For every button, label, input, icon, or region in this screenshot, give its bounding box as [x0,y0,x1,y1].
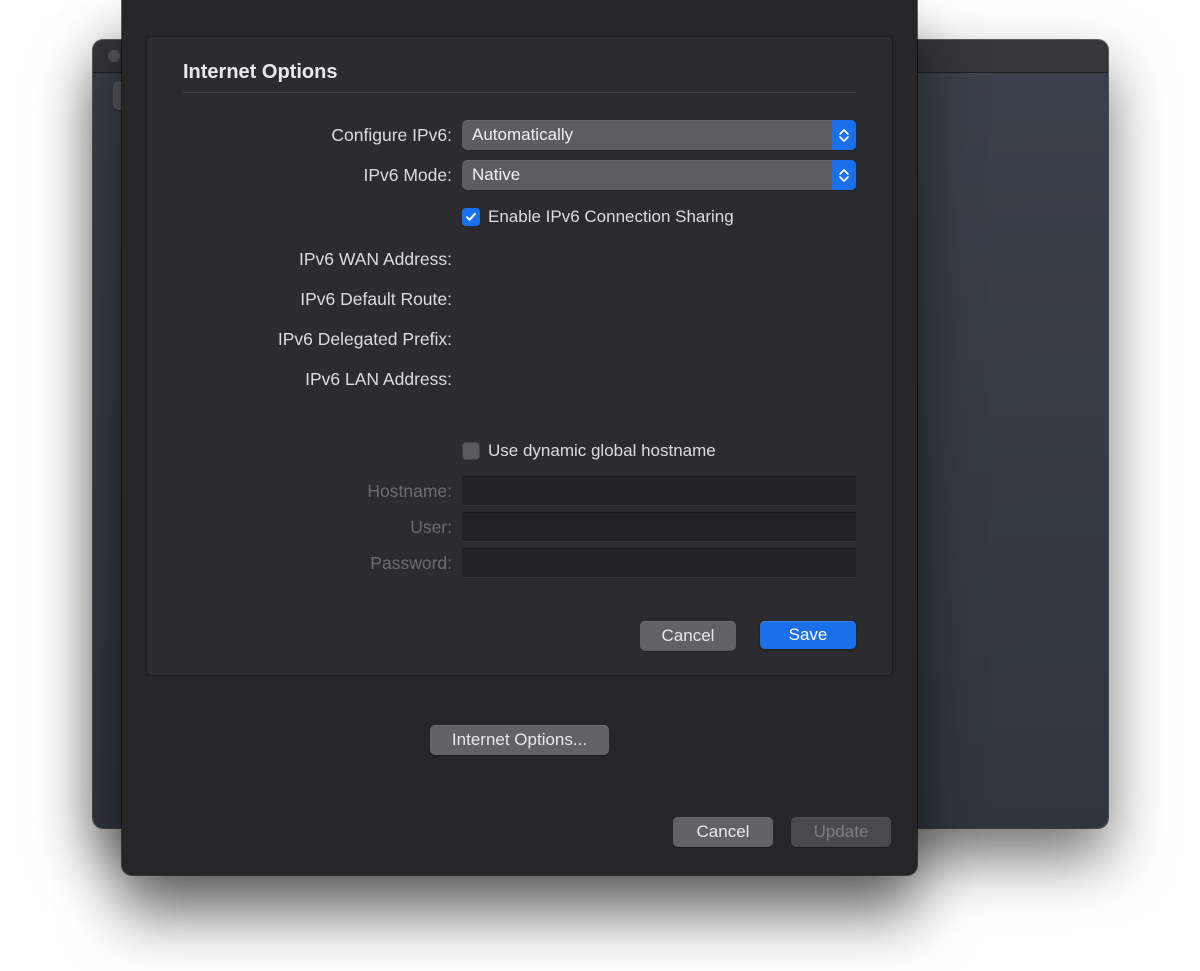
ipv6-mode-value: Native [472,165,520,185]
chevron-up-down-icon [832,120,856,150]
ipv6-mode-label: IPv6 Mode: [183,165,462,186]
ipv6-wan-address-label: IPv6 WAN Address: [183,249,462,270]
enable-ipv6-sharing-checkbox[interactable] [462,208,480,226]
ipv6-mode-select[interactable]: Native [462,160,856,190]
dynamic-hostname-label: Use dynamic global hostname [488,441,716,461]
settings-sheet: Internet Options Configure IPv6: Automat… [122,0,917,875]
dynamic-hostname-checkbox[interactable] [462,442,480,460]
close-icon[interactable] [107,49,121,63]
configure-ipv6-label: Configure IPv6: [183,125,462,146]
enable-ipv6-sharing-label: Enable IPv6 Connection Sharing [488,207,734,227]
configure-ipv6-value: Automatically [472,125,573,145]
divider [183,92,856,93]
dialog-cancel-button[interactable]: Cancel [640,621,736,651]
ipv6-default-route-label: IPv6 Default Route: [183,289,462,310]
user-input[interactable] [462,512,856,542]
hostname-label: Hostname: [183,481,462,502]
internet-options-dialog: Internet Options Configure IPv6: Automat… [146,36,893,676]
hostname-input[interactable] [462,476,856,506]
user-label: User: [183,517,462,538]
chevron-up-down-icon [832,160,856,190]
internet-options-button[interactable]: Internet Options... [430,725,609,755]
panel-cancel-button[interactable]: Cancel [673,817,773,847]
dialog-save-button[interactable]: Save [760,621,856,649]
ipv6-lan-address-label: IPv6 LAN Address: [183,369,462,390]
configure-ipv6-select[interactable]: Automatically [462,120,856,150]
password-input[interactable] [462,548,856,578]
ipv6-delegated-prefix-label: IPv6 Delegated Prefix: [183,329,462,350]
dialog-title: Internet Options [183,61,856,84]
password-label: Password: [183,553,462,574]
panel-update-button[interactable]: Update [791,817,891,847]
